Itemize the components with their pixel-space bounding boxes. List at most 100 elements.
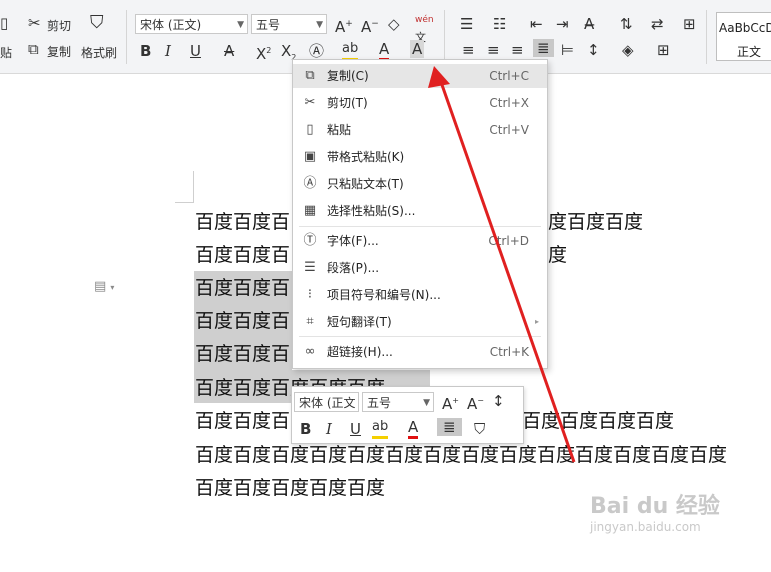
menu-item-paragraph[interactable]: ☰ 段落(P)... — [293, 256, 547, 280]
underline-icon[interactable]: U — [190, 42, 201, 60]
font-name-select[interactable]: 宋体 (正文) ▼ — [135, 14, 248, 34]
increase-indent-icon[interactable]: ⇥ — [556, 15, 569, 33]
group-divider — [444, 10, 445, 64]
menu-item-paste-special[interactable]: ▦ 选择性粘贴(S)... — [293, 199, 547, 223]
format-painter-button[interactable]: 格式刷 — [81, 44, 117, 61]
menu-item-hyperlink[interactable]: ∞ 超链接(H)... Ctrl+K — [293, 340, 547, 364]
menu-item-label: 粘贴 — [327, 123, 352, 137]
borders-icon[interactable]: ⊞ — [657, 41, 670, 59]
align-center-icon[interactable]: ≡ — [487, 41, 500, 59]
text-line[interactable]: 百度百度百 — [195, 276, 290, 300]
menu-item-paste-text-only[interactable]: Ⓐ 只粘贴文本(T) — [293, 172, 547, 196]
context-menu: ⧉ 复制(C) Ctrl+C ✂ 剪切(T) Ctrl+X ▯ 粘贴 Ctrl+… — [292, 59, 548, 369]
menu-item-label: 字体(F)... — [327, 234, 379, 248]
strikethrough-icon[interactable]: A — [224, 42, 234, 60]
mini-font-name-select[interactable]: 宋体 (正文 — [294, 392, 359, 412]
text-line[interactable]: 百度百度百 — [195, 243, 290, 267]
text-line-tail[interactable]: 度 — [548, 243, 567, 267]
menu-item-label: 剪切(T) — [327, 96, 368, 110]
numbering-icon[interactable]: ☷ — [493, 15, 506, 33]
menu-item-paste-with-format[interactable]: ▣ 带格式粘贴(K) — [293, 145, 547, 169]
menu-item-shortcut: Ctrl+C — [489, 69, 529, 83]
font-size-select[interactable]: 五号 ▼ — [251, 14, 327, 34]
format-painter-icon[interactable]: ⛉ — [90, 14, 104, 32]
menu-item-label: 复制(C) — [327, 69, 369, 83]
align-right-icon[interactable]: ≡ — [511, 41, 524, 59]
bold-icon[interactable]: B — [300, 420, 311, 438]
clear-format-icon[interactable]: ◇ — [388, 15, 400, 33]
menu-item-translate[interactable]: ⌗ 短句翻译(T) ▸ — [293, 310, 547, 334]
text-line-tail[interactable]: 百度百度百度百度 — [522, 409, 674, 433]
text-line[interactable]: 百度百度百 — [195, 342, 290, 366]
justify-icon[interactable]: ≣ — [437, 418, 462, 436]
menu-item-font[interactable]: Ⓣ 字体(F)... Ctrl+D — [293, 229, 547, 253]
copy-icon[interactable]: ⧉ — [28, 40, 39, 58]
grow-font-icon[interactable]: A+ — [335, 15, 353, 36]
menu-item-label: 选择性粘贴(S)... — [327, 204, 416, 218]
cut-icon[interactable]: ✂ — [28, 14, 41, 32]
menu-item-label: 超链接(H)... — [327, 345, 393, 359]
menu-item-copy[interactable]: ⧉ 复制(C) Ctrl+C — [293, 64, 547, 88]
text-line[interactable]: 百度百度百 — [195, 409, 290, 433]
align-left-icon[interactable]: ≡ — [462, 41, 475, 59]
style-normal-tile[interactable]: AaBbCcD 正文 — [716, 12, 771, 61]
superscript-icon[interactable]: X2 — [256, 42, 271, 63]
text-line[interactable]: 百度百度百 — [195, 309, 290, 333]
grow-font-icon[interactable]: A+ — [442, 392, 459, 413]
underline-icon[interactable]: U — [350, 420, 361, 438]
paste-icon[interactable]: ▯ — [0, 14, 8, 32]
cut-icon: ✂ — [304, 95, 316, 110]
paste-format-icon: ▣ — [303, 149, 317, 164]
copy-button[interactable]: 复制 — [47, 43, 71, 60]
style-name: 正文 — [737, 45, 762, 59]
group-divider — [706, 10, 707, 64]
phonetic-guide-label: wén — [415, 15, 434, 25]
italic-icon[interactable]: I — [165, 42, 171, 60]
text-line[interactable]: 百度百度百 — [195, 210, 290, 234]
watermark-brand: Bai du 经验 — [590, 494, 720, 519]
bullets-icon[interactable]: ☰ — [460, 15, 473, 33]
menu-item-label: 项目符号和编号(N)... — [327, 288, 441, 302]
font-size-value: 五号 — [256, 18, 281, 32]
highlight-icon[interactable]: ab — [342, 40, 359, 61]
text-effect-icon[interactable]: Ⓐ — [309, 42, 324, 60]
font-color-icon[interactable]: A — [379, 40, 390, 61]
text-line[interactable]: 百度百度百度百度百度百度百度百度百度百度百度百度百度百度 — [195, 443, 727, 467]
paragraph-icon: ☰ — [304, 260, 316, 275]
menu-item-shortcut: Ctrl+X — [489, 96, 529, 110]
line-spacing-icon[interactable]: ↕ — [587, 41, 600, 59]
line-spacing-icon[interactable]: ↕ — [492, 392, 505, 410]
distribute-icon[interactable]: ⊨ — [561, 41, 574, 59]
sort-icon[interactable]: ⇅ — [620, 15, 633, 33]
menu-item-paste[interactable]: ▯ 粘贴 Ctrl+V — [293, 118, 547, 142]
text-line[interactable]: 百度百度百度百度百度 — [195, 476, 385, 500]
menu-item-cut[interactable]: ✂ 剪切(T) Ctrl+X — [293, 91, 547, 115]
paste-text-icon: Ⓐ — [303, 176, 317, 191]
italic-icon[interactable]: I — [326, 420, 332, 438]
format-painter-icon[interactable]: ⛉ — [474, 420, 485, 438]
translate-icon: ⌗ — [306, 314, 314, 329]
paragraph-handle-icon[interactable]: ▤ ▾ — [94, 279, 114, 294]
paste-button[interactable]: 贴 — [0, 44, 12, 61]
menu-item-bullets-numbering[interactable]: ⁝ 项目符号和编号(N)... — [293, 283, 547, 307]
mini-font-size-select[interactable]: 五号 ▼ — [362, 392, 434, 412]
text-line-tail[interactable]: 度百度百度 — [548, 210, 643, 234]
table-borders-icon[interactable]: ⊞ — [683, 15, 696, 33]
menu-item-shortcut: Ctrl+D — [488, 234, 529, 248]
justify-icon[interactable]: ≣ — [533, 39, 554, 57]
show-marks-icon[interactable]: ⇄ — [651, 15, 664, 33]
decrease-indent-icon[interactable]: ⇤ — [530, 15, 543, 33]
paste-icon: ▯ — [306, 122, 314, 137]
menu-item-label: 只粘贴文本(T) — [327, 177, 404, 191]
bold-icon[interactable]: B — [140, 42, 151, 60]
font-color-icon[interactable]: A — [408, 418, 419, 439]
char-shading-icon[interactable]: A — [410, 40, 425, 58]
mini-font-name-value: 宋体 (正文 — [299, 396, 356, 410]
fill-color-icon[interactable]: ◈ — [622, 41, 634, 59]
copy-icon: ⧉ — [305, 68, 315, 83]
shrink-font-icon[interactable]: A− — [361, 15, 379, 36]
shrink-font-icon[interactable]: A− — [467, 392, 484, 413]
case-icon[interactable]: A̶ — [584, 15, 594, 33]
cut-button[interactable]: 剪切 — [47, 17, 71, 34]
highlight-icon[interactable]: ab — [372, 418, 389, 439]
